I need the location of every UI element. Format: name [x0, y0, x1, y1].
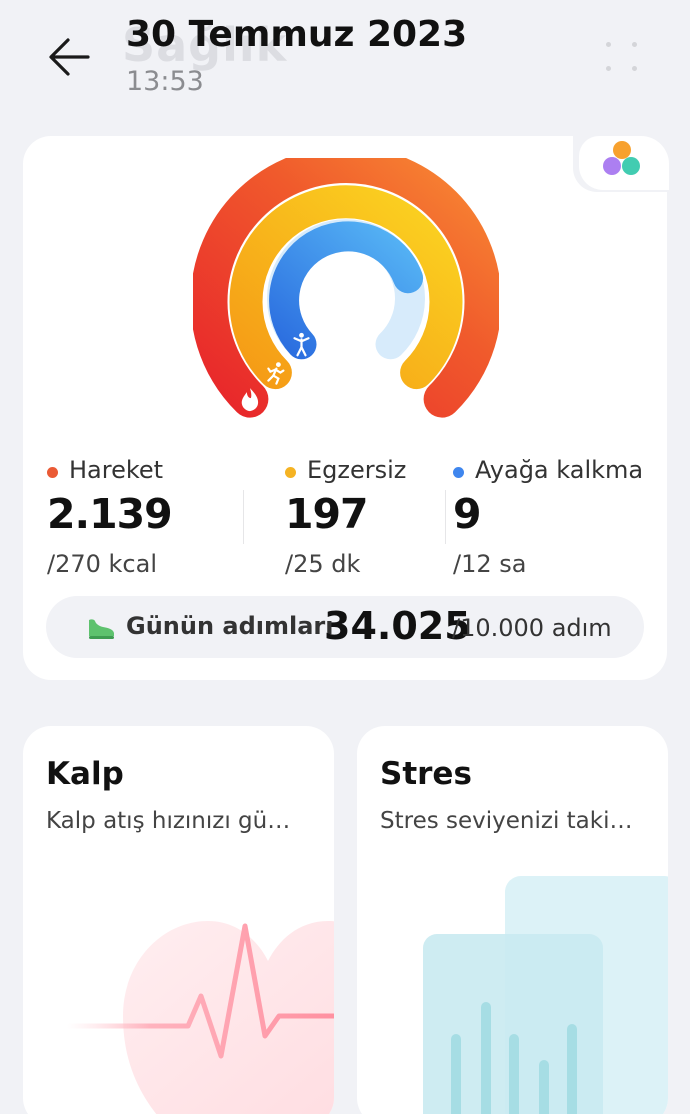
heart-card-subtitle: Kalp atış hızınızı gü…: [46, 808, 291, 834]
stat-stand-label: Ayağa kalkma: [475, 456, 644, 484]
shoe-icon: [89, 619, 114, 639]
stat-stand-goal: /12 sa: [453, 550, 527, 578]
heart-card[interactable]: Kalp Kalp atış hızınızı gü…: [23, 726, 334, 1114]
arrow-left-icon: [49, 38, 90, 76]
activity-rings-button[interactable]: [579, 136, 669, 190]
more-options-button[interactable]: [604, 40, 638, 74]
stat-exercise-goal: /25 dk: [285, 550, 361, 578]
back-button[interactable]: [44, 34, 94, 80]
activity-card[interactable]: Hareket 2.139 /270 kcal Egzersiz 197 /25…: [23, 134, 669, 680]
stress-card[interactable]: Stres Stres seviyenizi taki…: [357, 726, 668, 1114]
activity-rings-icon: [603, 141, 640, 175]
stand-dot: [453, 467, 464, 478]
page-date: 30 Temmuz 2023: [126, 14, 468, 55]
steps-label: Günün adımları: [126, 612, 334, 640]
header: Sağlık 30 Temmuz 2023 13:53: [0, 0, 690, 110]
stress-card-subtitle: Stres seviyenizi taki…: [380, 808, 633, 834]
divider: [445, 490, 446, 544]
rings-button-wrap: [573, 134, 669, 192]
daily-steps-pill[interactable]: Günün adımları 34.025 /10.000 adım: [46, 596, 644, 658]
stat-exercise-label: Egzersiz: [307, 456, 407, 484]
move-dot: [47, 467, 58, 478]
stat-exercise-value: 197: [285, 490, 369, 538]
stat-stand-value: 9: [453, 490, 482, 538]
divider: [243, 490, 244, 544]
stress-illustration: [423, 876, 668, 1114]
heart-illustration: [64, 921, 334, 1114]
activity-rings: [193, 158, 499, 418]
page-time: 13:53: [126, 66, 204, 97]
steps-value: 34.025: [324, 604, 471, 648]
exercise-dot: [285, 467, 296, 478]
steps-goal: /10.000 adım: [452, 614, 612, 642]
stat-move-value: 2.139: [47, 490, 173, 538]
stat-move-goal: /270 kcal: [47, 550, 157, 578]
stat-move-label: Hareket: [69, 456, 164, 484]
stress-card-title: Stres: [380, 756, 472, 792]
heart-card-title: Kalp: [46, 756, 124, 792]
